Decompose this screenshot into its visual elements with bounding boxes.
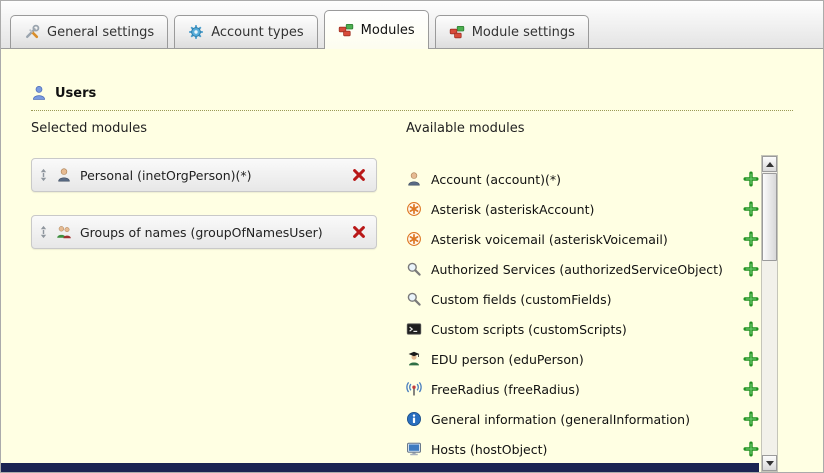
selected-module-label: Personal (inetOrgPerson)(*) <box>80 168 343 183</box>
footer-bar <box>1 463 759 472</box>
available-module-label: Asterisk (asteriskAccount) <box>431 202 734 217</box>
scrollbar-thumb[interactable] <box>762 173 777 261</box>
modules-bricks-icon <box>338 22 354 38</box>
selected-modules-heading: Selected modules <box>31 121 377 136</box>
antenna-icon <box>406 381 422 397</box>
info-icon <box>406 411 422 427</box>
available-module-row: General information (generalInformation) <box>406 404 759 434</box>
person-icon <box>406 171 422 187</box>
graduate-icon <box>406 351 422 367</box>
available-module-label: Authorized Services (authorizedServiceOb… <box>431 262 734 277</box>
available-module-row: Asterisk (asteriskAccount) <box>406 194 759 224</box>
available-module-label: EDU person (eduPerson) <box>431 352 734 367</box>
add-module-button[interactable] <box>743 201 759 217</box>
tab-label: Module settings <box>472 25 575 40</box>
remove-module-button[interactable] <box>351 224 367 240</box>
available-module-row: EDU person (eduPerson) <box>406 344 759 374</box>
selected-modules-column: Selected modules Personal (inetOrgPerso <box>31 121 377 272</box>
available-module-row: Asterisk voicemail (asteriskVoicemail) <box>406 224 759 254</box>
available-module-row: Custom scripts (customScripts) <box>406 314 759 344</box>
drag-handle-icon[interactable] <box>39 224 48 240</box>
available-module-row: Account (account)(*) <box>406 164 759 194</box>
available-modules-heading: Available modules <box>406 121 759 136</box>
remove-module-button[interactable] <box>351 167 367 183</box>
add-module-button[interactable] <box>743 291 759 307</box>
available-module-label: Asterisk voicemail (asteriskVoicemail) <box>431 232 734 247</box>
tab-account-types[interactable]: Account types <box>174 15 317 48</box>
add-module-button[interactable] <box>743 351 759 367</box>
selected-module-row: Personal (inetOrgPerson)(*) <box>31 158 377 192</box>
add-module-button[interactable] <box>743 441 759 457</box>
tab-general-settings[interactable]: General settings <box>10 15 168 48</box>
add-module-button[interactable] <box>743 231 759 247</box>
available-module-label: General information (generalInformation) <box>431 412 734 427</box>
available-module-row: Custom fields (customFields) <box>406 284 759 314</box>
terminal-icon <box>406 321 422 337</box>
monitor-icon <box>406 441 422 457</box>
selected-module-label: Groups of names (groupOfNamesUser) <box>80 225 343 240</box>
gear-icon <box>188 24 204 40</box>
drag-handle-icon[interactable] <box>39 167 48 183</box>
scrollbar-up-button[interactable] <box>762 156 777 172</box>
config-window: General settings Account types <box>0 0 824 473</box>
arrow-up-icon <box>766 162 774 167</box>
tab-bar: General settings Account types <box>1 1 823 49</box>
scrollbar-down-button[interactable] <box>762 455 777 471</box>
tab-label: General settings <box>47 25 154 40</box>
magnifier-icon <box>406 291 422 307</box>
person-icon <box>56 167 72 183</box>
tab-module-settings[interactable]: Module settings <box>435 15 589 48</box>
users-icon <box>31 85 47 101</box>
scrollbar <box>761 155 778 472</box>
arrow-down-icon <box>766 461 774 466</box>
add-module-button[interactable] <box>743 261 759 277</box>
asterisk-icon <box>406 231 422 247</box>
add-module-button[interactable] <box>743 381 759 397</box>
tab-modules[interactable]: Modules <box>324 10 429 49</box>
available-module-label: Custom fields (customFields) <box>431 292 734 307</box>
magnifier-icon <box>406 261 422 277</box>
section-header-users: Users <box>31 85 793 111</box>
tab-label: Modules <box>361 23 415 38</box>
available-modules-column: Available modules Account (account)(*) <box>406 121 759 464</box>
section-title: Users <box>55 86 96 101</box>
available-module-row: FreeRadius (freeRadius) <box>406 374 759 404</box>
modules-panel: Users Selected modules <box>1 49 823 472</box>
tools-icon <box>24 24 40 40</box>
asterisk-icon <box>406 201 422 217</box>
group-icon <box>56 224 72 240</box>
available-module-row: Hosts (hostObject) <box>406 434 759 464</box>
scrollbar-track[interactable] <box>762 172 777 455</box>
tab-label: Account types <box>211 25 303 40</box>
add-module-button[interactable] <box>743 411 759 427</box>
available-module-label: Hosts (hostObject) <box>431 442 734 457</box>
available-module-row: Authorized Services (authorizedServiceOb… <box>406 254 759 284</box>
add-module-button[interactable] <box>743 171 759 187</box>
available-module-label: Account (account)(*) <box>431 172 734 187</box>
modules-bricks-icon <box>449 24 465 40</box>
available-module-label: Custom scripts (customScripts) <box>431 322 734 337</box>
available-module-label: FreeRadius (freeRadius) <box>431 382 734 397</box>
add-module-button[interactable] <box>743 321 759 337</box>
selected-module-row: Groups of names (groupOfNamesUser) <box>31 215 377 249</box>
